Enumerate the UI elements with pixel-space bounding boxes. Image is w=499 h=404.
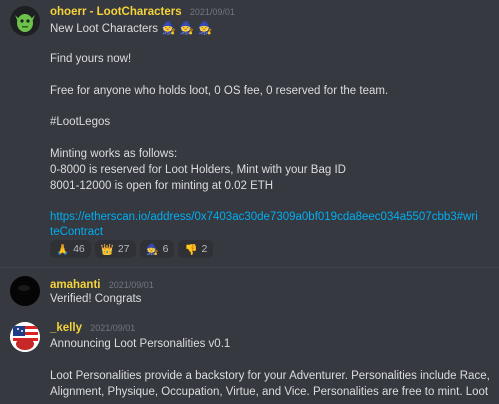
message-line: Announcing Loot Personalities v0.1 [50, 338, 231, 350]
message-line: Verified! Congrats [50, 293, 142, 305]
pray-icon: 🙏 [56, 243, 70, 256]
etherscan-link[interactable]: https://etherscan.io/address/0x7403ac30d… [50, 211, 478, 223]
message-line: Find yours now! [50, 53, 132, 65]
reaction-count: 2 [201, 243, 208, 255]
etherscan-link-cont[interactable]: teContract [50, 226, 103, 238]
reaction-crown[interactable]: 👑 27 [94, 240, 136, 258]
wizard-icon: 🧙 [179, 21, 195, 35]
reaction-bar: 🙏 46 👑 27 🧙 6 👎 2 [50, 240, 214, 258]
timestamp: 2021/09/01 [90, 323, 136, 333]
timestamp: 2021/09/01 [108, 280, 154, 290]
reaction-wizard[interactable]: 🧙 6 [139, 240, 175, 258]
goblin-avatar-icon [10, 6, 40, 36]
avatar[interactable] [10, 276, 40, 306]
flag-elephant-avatar-icon [10, 322, 40, 352]
message-divider [0, 267, 499, 268]
message-line: Minting works as follows: [50, 148, 178, 160]
message-line: Alignment, Physique, Occupation, Virtue,… [50, 386, 489, 398]
avatar[interactable] [10, 322, 40, 352]
reaction-count: 46 [73, 243, 85, 255]
crown-icon: 👑 [100, 243, 114, 256]
message-line: 8001-12000 is open for minting at 0.02 E… [50, 180, 274, 192]
wizard-icon: 🧙 [161, 21, 177, 35]
message-line: New Loot Characters 🧙 🧙 🧙 [50, 21, 213, 35]
message-line: #LootLegos [50, 116, 111, 128]
message-line: 0-8000 is reserved for Loot Holders, Min… [50, 164, 346, 176]
wizard-icon: 🧙 [145, 243, 159, 256]
timestamp: 2021/09/01 [189, 7, 235, 17]
author-name[interactable]: amahanti [50, 279, 101, 291]
author-name[interactable]: _kelly [50, 322, 82, 334]
message-line: Free for anyone who holds loot, 0 OS fee… [50, 85, 389, 97]
reaction-count: 6 [162, 243, 169, 255]
reaction-thumbs-down[interactable]: 👎 2 [178, 240, 214, 258]
reaction-count: 27 [117, 243, 130, 255]
wizard-icon: 🧙 [197, 21, 213, 35]
message-line: Loot Personalities provide a backstory f… [50, 370, 490, 382]
author-name[interactable]: ohoerr - LootCharacters [50, 6, 182, 18]
reaction-pray[interactable]: 🙏 46 [50, 240, 91, 258]
avatar[interactable] [10, 6, 40, 36]
dark-avatar-icon [10, 276, 40, 306]
thumbs-down-icon: 👎 [184, 243, 198, 256]
